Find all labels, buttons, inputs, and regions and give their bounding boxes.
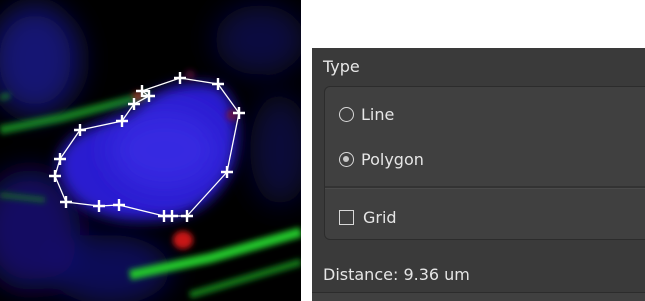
image-viewport[interactable] — [0, 0, 301, 301]
line-radio-option[interactable]: Line — [339, 101, 394, 127]
bottom-field — [312, 292, 645, 301]
measurement-panel: Type Line Polygon Grid Distance: 9.36 um — [312, 48, 645, 301]
line-radio-button[interactable] — [339, 106, 354, 122]
screen: Type Line Polygon Grid Distance: 9.36 um — [0, 0, 645, 301]
microscopy-canvas[interactable] — [0, 0, 301, 301]
grid-checkbox[interactable] — [339, 209, 354, 225]
grid-option-label[interactable]: Grid — [363, 208, 397, 227]
line-option-label[interactable]: Line — [361, 105, 394, 124]
polygon-radio-button[interactable] — [339, 151, 354, 167]
distance-readout: Distance: 9.36 um — [323, 265, 470, 284]
type-section-title: Type — [323, 57, 360, 76]
group-divider — [325, 186, 645, 189]
type-options-group: Line Polygon Grid — [324, 86, 645, 240]
polygon-option-label[interactable]: Polygon — [361, 150, 424, 169]
polygon-radio-option[interactable]: Polygon — [339, 146, 424, 172]
grid-checkbox-option[interactable]: Grid — [339, 204, 397, 230]
